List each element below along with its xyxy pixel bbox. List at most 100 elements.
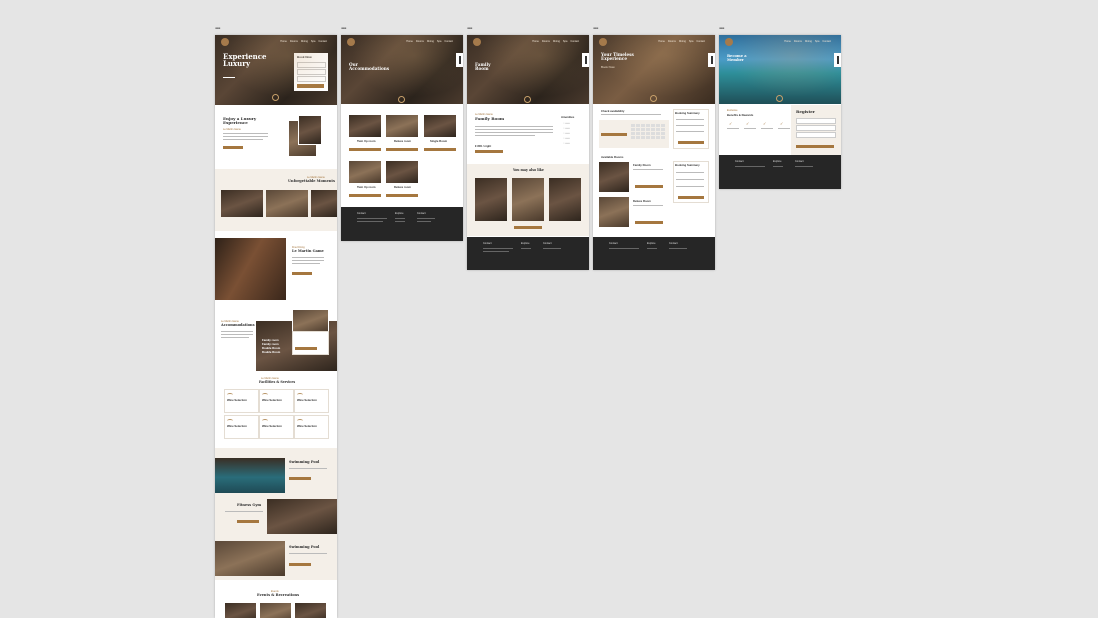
dining-button[interactable]: [292, 272, 312, 275]
available-room-photo[interactable]: [599, 162, 629, 192]
summary-line: [676, 131, 704, 132]
booking-hero: Home Rooms Dining Spa Contact Your Timeless …: [593, 35, 715, 104]
summary-line: [676, 186, 704, 187]
hero-scroll-indicator[interactable]: [398, 96, 405, 103]
room-desc-line: [475, 132, 553, 133]
frame-label-family-room: ▪▪▪: [467, 26, 472, 32]
family-room-hero: Home Rooms Dining Spa Contact Family Room: [467, 35, 589, 104]
available-room-photo[interactable]: [599, 197, 629, 227]
confirm-button[interactable]: [678, 196, 704, 199]
main-nav[interactable]: Home Rooms Dining Spa Contact: [784, 40, 831, 43]
home-page-frame[interactable]: Home Rooms Dining Spa Contact Experience Lux…: [215, 35, 337, 618]
also-like-heading: You may also like: [513, 168, 544, 172]
intro-read-more-button[interactable]: [223, 146, 243, 149]
email-field[interactable]: [796, 125, 836, 131]
guests-field[interactable]: [297, 76, 326, 82]
side-menu-tab[interactable]: [582, 53, 589, 67]
room-card-button[interactable]: [424, 148, 456, 151]
suggested-room-photo[interactable]: [512, 178, 544, 221]
main-nav[interactable]: Home Rooms Dining Spa Contact: [280, 40, 327, 43]
logo-icon[interactable]: [347, 38, 355, 46]
footer-col-title: Explore: [395, 212, 404, 215]
side-menu-tab[interactable]: [834, 53, 841, 67]
gallery-photo[interactable]: [311, 190, 337, 217]
check-icon: ✓: [746, 121, 750, 126]
feature-text-line: [289, 553, 327, 554]
select-room-button[interactable]: [635, 185, 663, 188]
intro-text-line: [223, 133, 268, 134]
room-card-photo[interactable]: [386, 115, 418, 137]
view-more-button[interactable]: [514, 226, 542, 229]
booking-widget[interactable]: Book Now: [294, 53, 328, 91]
room-card-button[interactable]: [349, 148, 381, 151]
available-room-title: Deluxe Room: [633, 199, 651, 203]
facility-title: Wine Selection: [227, 398, 247, 402]
room-card-button[interactable]: [386, 148, 418, 151]
side-menu-tab[interactable]: [456, 53, 463, 67]
room-card-photo[interactable]: [349, 161, 381, 183]
hero-scroll-indicator[interactable]: [272, 94, 279, 101]
home-hero: Home Rooms Dining Spa Contact Experience Lux…: [215, 35, 337, 105]
feature-title: Swimming Pool: [289, 545, 320, 549]
hero-scroll-indicator[interactable]: [776, 95, 783, 102]
hero-cta-button[interactable]: [223, 77, 235, 78]
acc-room-list[interactable]: Family room Family room Double Room Doub…: [262, 338, 280, 354]
event-photo[interactable]: [225, 603, 256, 618]
summary-line: [676, 172, 704, 173]
intro-photo-overlay: [298, 115, 322, 145]
password-field[interactable]: [796, 132, 836, 138]
main-nav[interactable]: Home Rooms Dining Spa Contact: [658, 40, 705, 43]
feature-text-line: [289, 468, 327, 469]
acc-card-button[interactable]: [295, 347, 317, 350]
logo-icon[interactable]: [221, 38, 229, 46]
amenity-item: ○ ━━━: [563, 142, 570, 145]
family-room-page-frame[interactable]: Home Rooms Dining Spa Contact Family Room Le…: [467, 35, 589, 270]
register-button[interactable]: [796, 145, 834, 148]
summary-button[interactable]: [678, 141, 704, 144]
suggested-room-photo[interactable]: [475, 178, 507, 221]
gym-button[interactable]: [237, 520, 259, 523]
availability-calendar[interactable]: [631, 124, 665, 139]
main-nav[interactable]: Home Rooms Dining Spa Contact: [406, 40, 453, 43]
footer-line: [483, 248, 513, 249]
wine-glass-icon: [297, 393, 303, 397]
side-menu-tab[interactable]: [708, 53, 715, 67]
room-card-photo[interactable]: [424, 115, 456, 137]
checkin-field[interactable]: [297, 62, 326, 68]
hero-title: Our Accommodations: [349, 62, 390, 72]
footer-line: [773, 166, 783, 167]
available-rooms-heading: Available Rooms: [601, 155, 624, 159]
hero-scroll-indicator[interactable]: [650, 95, 657, 102]
facility-title: Wine Selection: [297, 424, 317, 428]
check-icon: ✓: [780, 121, 784, 126]
hero-scroll-indicator[interactable]: [524, 96, 531, 103]
register-page-frame[interactable]: Home Rooms Dining Spa Contact Become a Membe…: [719, 35, 841, 189]
book-room-button[interactable]: [475, 150, 503, 153]
booking-page-frame[interactable]: Home Rooms Dining Spa Contact Your Timeless …: [593, 35, 715, 270]
logo-icon[interactable]: [599, 38, 607, 46]
select-room-button[interactable]: [635, 221, 663, 224]
suggested-room-photo[interactable]: [549, 178, 581, 221]
name-field[interactable]: [796, 118, 836, 124]
book-now-button[interactable]: [297, 84, 324, 88]
room-desc-line: [475, 129, 553, 130]
checkout-field[interactable]: [297, 69, 326, 75]
room-card-button[interactable]: [349, 194, 381, 197]
logo-icon[interactable]: [725, 38, 733, 46]
logo-icon[interactable]: [473, 38, 481, 46]
pool-button[interactable]: [289, 477, 311, 480]
acc-room-item[interactable]: Double Room: [262, 350, 280, 354]
accommodations-page-frame[interactable]: Home Rooms Dining Spa Contact Our Accommodat…: [341, 35, 463, 241]
event-photo[interactable]: [295, 603, 326, 618]
room-card-button[interactable]: [386, 194, 418, 197]
check-button[interactable]: [601, 133, 627, 136]
pool-button-2[interactable]: [289, 563, 311, 566]
gallery-photo[interactable]: [221, 190, 263, 217]
feature-text-line: [225, 511, 263, 512]
room-card-photo[interactable]: [349, 115, 381, 137]
frame-label-register: ▪▪▪: [719, 26, 724, 32]
gallery-photo[interactable]: [266, 190, 308, 217]
main-nav[interactable]: Home Rooms Dining Spa Contact: [532, 40, 579, 43]
room-card-photo[interactable]: [386, 161, 418, 183]
event-photo[interactable]: [260, 603, 291, 618]
